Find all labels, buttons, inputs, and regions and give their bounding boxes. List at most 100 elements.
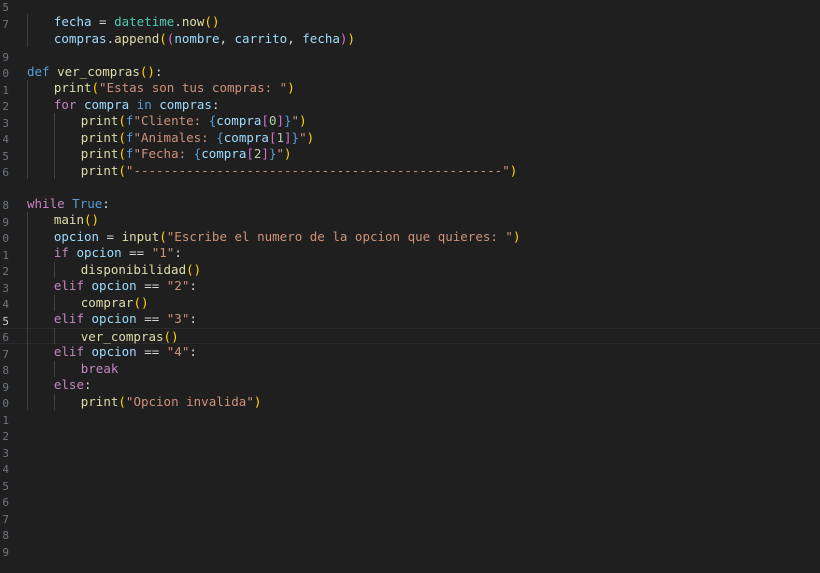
code-line[interactable]: print(f"Fecha: {compra[2]}")	[0, 146, 820, 163]
code-token: [	[261, 113, 269, 128]
code-line[interactable]: opcion = input("Escribe el numero de la …	[0, 229, 820, 246]
code-text: else:	[54, 377, 92, 394]
code-token: "	[291, 113, 300, 128]
code-token: "2"	[166, 278, 190, 293]
code-editor[interactable]: 57901234568901234567890123456789 fecha =…	[0, 0, 820, 573]
code-token: )	[306, 129, 315, 145]
code-token: )	[512, 228, 521, 244]
code-token: print	[80, 113, 119, 128]
code-line[interactable]: fecha = datetime.now()	[0, 14, 820, 31]
code-token: print	[80, 162, 119, 178]
code-line[interactable]: elif opcion == "3":	[0, 311, 820, 328]
code-line[interactable]: def ver_compras():	[0, 64, 820, 81]
code-token: ==	[121, 245, 152, 260]
code-text: compras.append((nombre, carrito, fecha))	[54, 31, 355, 48]
code-token: "4"	[166, 344, 190, 359]
code-token: datetime	[114, 14, 175, 29]
code-line[interactable]	[0, 47, 820, 64]
indent-guide	[53, 294, 55, 311]
code-token: ()	[139, 63, 155, 79]
code-token: "Cliente:	[133, 113, 209, 128]
code-token: append	[114, 30, 160, 46]
code-token: ()	[204, 14, 220, 29]
code-text: print("Opcion invalida")	[81, 394, 262, 411]
code-token: ver_compras	[57, 63, 140, 79]
code-token: )	[299, 113, 307, 128]
code-line[interactable]: if opcion == "1":	[0, 245, 820, 262]
code-token: =	[91, 14, 115, 29]
code-line[interactable]: elif opcion == "2":	[0, 278, 820, 295]
code-line[interactable]: comprar()	[0, 295, 820, 312]
code-text: comprar()	[81, 295, 149, 312]
code-token: carrito	[234, 30, 288, 46]
code-token: opcion	[91, 278, 137, 293]
line-number: 1	[2, 413, 9, 427]
code-token: 1	[276, 129, 284, 145]
code-token: .	[174, 14, 182, 29]
code-text: print(f"Cliente: {compra[0]}")	[81, 113, 307, 130]
line-number: 2	[2, 430, 9, 443]
code-line[interactable]: elif opcion == "4":	[0, 344, 820, 361]
code-line[interactable]: print(f"Cliente: {compra[0]}")	[0, 113, 820, 130]
code-text: fecha = datetime.now()	[54, 14, 220, 31]
code-token: (	[159, 30, 167, 46]
indent-guide	[27, 80, 28, 179]
code-text: print(f"Fecha: {compra[2]}")	[81, 146, 292, 163]
code-line[interactable]: for compra in compras:	[0, 97, 820, 114]
code-token: compras	[53, 30, 107, 46]
code-line[interactable]: print("Estas son tus compras: ")	[0, 80, 820, 97]
code-line[interactable]: while True:	[0, 196, 820, 213]
code-token: )	[509, 162, 518, 178]
code-token: now	[181, 14, 205, 29]
code-token: print	[80, 129, 119, 145]
code-token: {	[216, 129, 224, 145]
code-text: elif opcion == "2":	[54, 278, 197, 295]
code-token: elif	[53, 311, 84, 326]
code-token: (	[91, 80, 100, 95]
code-text: disponibilidad()	[81, 262, 201, 279]
code-line[interactable]: else:	[0, 377, 820, 394]
code-line[interactable]: print("---------------------------------…	[0, 163, 820, 180]
code-token: (	[118, 162, 126, 178]
indent-guide	[53, 393, 55, 410]
code-text: while True:	[27, 196, 110, 213]
code-token: main	[53, 212, 84, 227]
current-code-line[interactable]: ver_compras()	[0, 327, 820, 346]
code-token: .	[106, 30, 115, 46]
code-text: print("---------------------------------…	[81, 163, 518, 180]
code-line[interactable]: main()	[0, 212, 820, 229]
code-token: )	[253, 393, 262, 409]
line-number: 5	[2, 479, 9, 493]
code-text: break	[81, 361, 119, 378]
code-text: opcion = input("Escribe el numero de la …	[54, 229, 521, 246]
code-token: [	[246, 146, 254, 161]
code-token: else	[53, 377, 84, 392]
code-token: opcion	[53, 228, 100, 244]
code-token: :	[174, 245, 182, 260]
code-line[interactable]: print(f"Animales: {compra[1]}")	[0, 130, 820, 147]
code-text: ver_compras()	[81, 329, 179, 346]
code-token: "Animales:	[133, 129, 217, 145]
line-number: 8	[2, 529, 9, 542]
code-line[interactable]: disponibilidad()	[0, 262, 820, 279]
code-token: ()	[83, 212, 100, 227]
code-line[interactable]: print("Opcion invalida")	[0, 394, 820, 411]
code-token: break	[80, 360, 119, 376]
code-token: )	[284, 146, 292, 161]
code-token: ==	[136, 311, 167, 326]
code-token: elif	[53, 344, 84, 359]
code-text: if opcion == "1":	[54, 245, 182, 262]
code-token: :	[189, 311, 197, 326]
code-line[interactable]: compras.append((nombre, carrito, fecha))	[0, 31, 820, 48]
code-token: ==	[136, 344, 167, 359]
code-token: ==	[136, 278, 167, 293]
indent-guide	[53, 360, 55, 377]
code-token: compra	[216, 113, 262, 128]
code-token: in	[136, 96, 152, 112]
code-token: fecha	[302, 30, 340, 46]
code-line[interactable]	[0, 179, 820, 196]
code-line[interactable]: break	[0, 361, 820, 378]
